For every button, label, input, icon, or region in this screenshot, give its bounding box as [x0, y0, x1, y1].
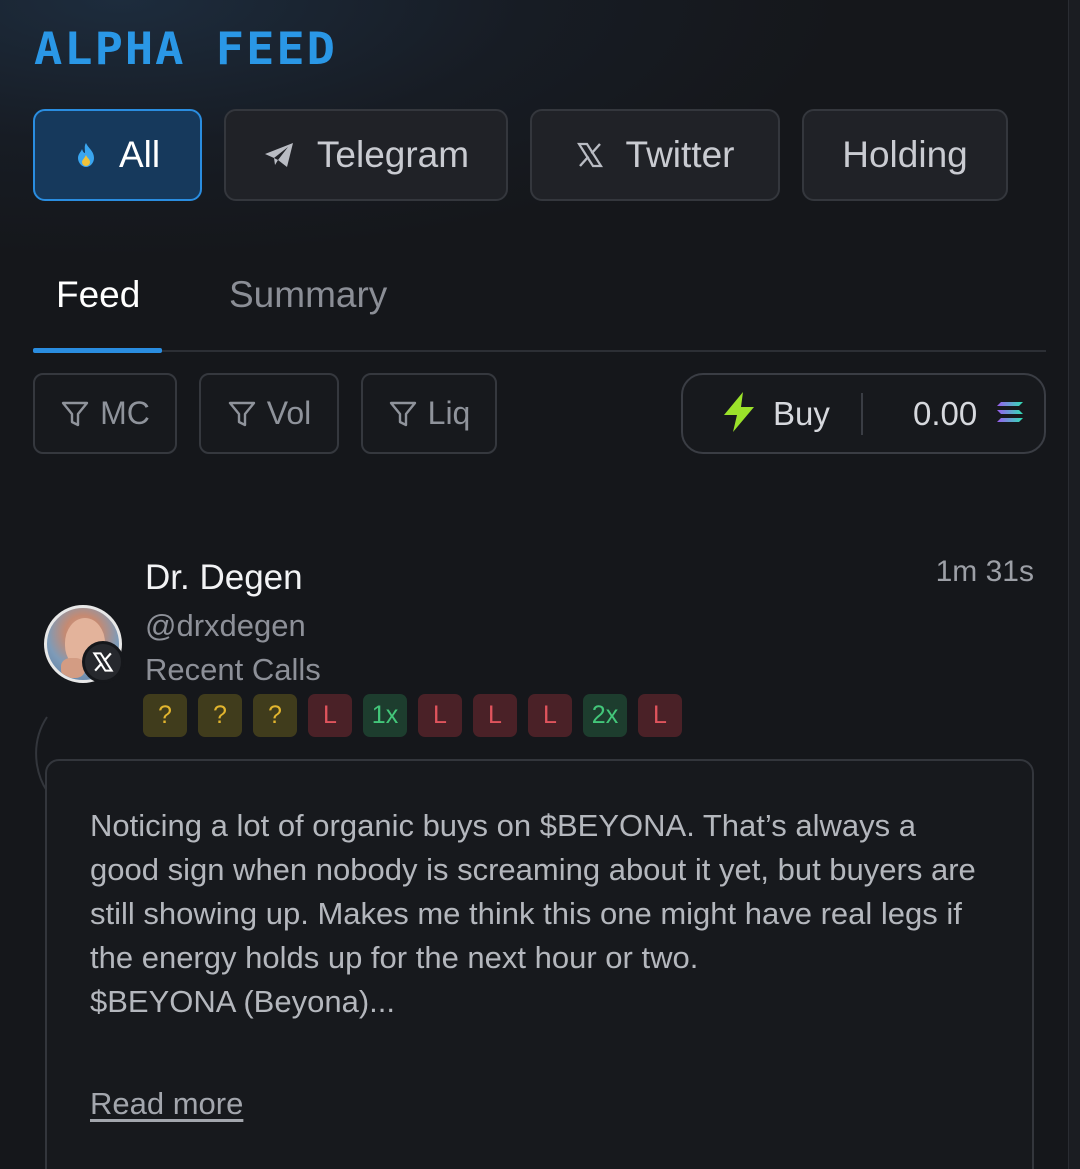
call-badge[interactable]: L: [418, 694, 462, 737]
tab-all[interactable]: All: [33, 109, 202, 201]
call-badge[interactable]: L: [473, 694, 517, 737]
filter-mc-button[interactable]: MC: [33, 373, 177, 454]
call-badge[interactable]: 1x: [363, 694, 407, 737]
message-text: Noticing a lot of organic buys on $BEYON…: [90, 808, 976, 975]
tab-holding[interactable]: Holding: [802, 109, 1008, 201]
call-badge[interactable]: L: [528, 694, 572, 737]
lightning-icon: [721, 391, 757, 438]
view-tabs: Feed Summary: [33, 270, 1046, 353]
recent-calls-label: Recent Calls: [145, 652, 321, 687]
tab-twitter[interactable]: Twitter: [530, 109, 780, 201]
tab-twitter-label: Twitter: [625, 134, 735, 175]
alpha-feed-page: ALPHA FEED All Telegram Twitter Holding …: [0, 0, 1080, 1169]
post-time: 1m 31s: [935, 555, 1034, 588]
filter-liq-button[interactable]: Liq: [361, 373, 497, 454]
filter-liq-label: Liq: [427, 395, 471, 431]
call-badge[interactable]: ?: [198, 694, 242, 737]
flame-icon: [75, 142, 97, 168]
tab-all-label: All: [118, 134, 161, 175]
filter-vol-button[interactable]: Vol: [199, 373, 339, 454]
quick-buy-control[interactable]: Buy 0.00: [681, 373, 1046, 454]
call-badge[interactable]: L: [308, 694, 352, 737]
page-title: ALPHA FEED: [34, 23, 337, 76]
tab-telegram-label: Telegram: [316, 134, 470, 175]
author-handle[interactable]: @drxdegen: [145, 608, 306, 644]
filter-icon: [61, 401, 89, 426]
buy-button[interactable]: Buy: [773, 395, 830, 433]
scrollbar[interactable]: [1068, 0, 1080, 1169]
filter-vol-label: Vol: [266, 395, 312, 431]
tab-telegram[interactable]: Telegram: [224, 109, 508, 201]
call-badge[interactable]: L: [638, 694, 682, 737]
active-tab-indicator: [33, 348, 162, 353]
read-more-link[interactable]: Read more: [90, 1086, 243, 1122]
call-badge[interactable]: ?: [143, 694, 187, 737]
recent-calls-list: ? ? ? L 1x L L L 2x L: [143, 694, 682, 737]
call-badge[interactable]: 2x: [583, 694, 627, 737]
filter-icon: [389, 401, 416, 426]
x-icon: [82, 641, 124, 683]
filter-mc-label: MC: [100, 395, 150, 431]
x-icon: [576, 141, 604, 169]
tab-holding-label: Holding: [842, 134, 968, 175]
tab-summary[interactable]: Summary: [229, 274, 387, 316]
telegram-icon: [263, 142, 295, 168]
message-body: Noticing a lot of organic buys on $BEYON…: [90, 804, 990, 1024]
message-ticker: $BEYONA (Beyona)...: [90, 984, 395, 1019]
filter-icon: [228, 401, 255, 426]
solana-icon: [996, 400, 1024, 429]
author-name[interactable]: Dr. Degen: [145, 558, 303, 598]
tab-feed[interactable]: Feed: [56, 274, 140, 316]
call-badge[interactable]: ?: [253, 694, 297, 737]
divider: [861, 393, 863, 435]
buy-amount-input[interactable]: 0.00: [913, 395, 977, 433]
